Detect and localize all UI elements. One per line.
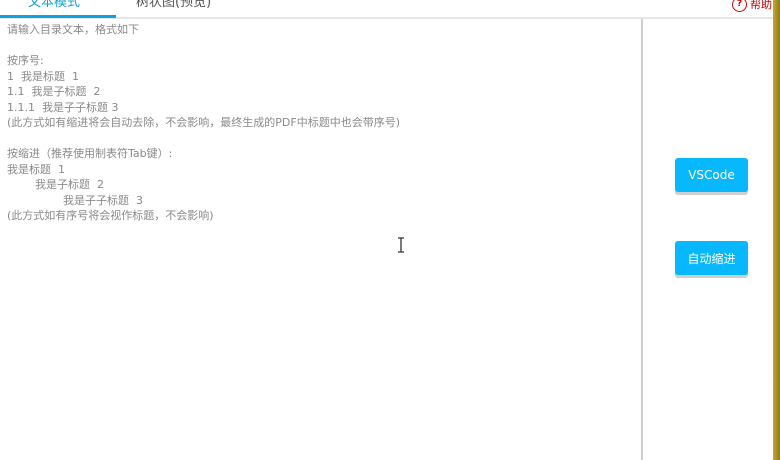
text-cursor-icon bbox=[398, 237, 404, 253]
side-panel: VSCode 自动缩进 bbox=[645, 19, 773, 460]
help-label: 帮助 bbox=[750, 0, 772, 11]
tab-tree-preview[interactable]: 树状图(预览) bbox=[136, 0, 211, 15]
help-button[interactable]: ? 帮助 bbox=[732, 0, 772, 13]
window-edge bbox=[773, 0, 780, 460]
question-circle-icon: ? bbox=[732, 0, 747, 12]
auto-indent-button[interactable]: 自动缩进 bbox=[675, 241, 748, 275]
tab-text-mode[interactable]: 文本模式 bbox=[28, 0, 80, 15]
vscode-button[interactable]: VSCode bbox=[675, 158, 748, 192]
tab-bar: 文本模式 树状图(预览) ? 帮助 bbox=[0, 0, 780, 19]
text-editor[interactable]: 请输入目录文本，格式如下 按序号: 1 我是标题 1 1.1 我是子标题 2 1… bbox=[0, 19, 643, 460]
editor-content: 请输入目录文本，格式如下 按序号: 1 我是标题 1 1.1 我是子标题 2 1… bbox=[7, 23, 401, 222]
active-tab-indicator bbox=[0, 15, 116, 18]
